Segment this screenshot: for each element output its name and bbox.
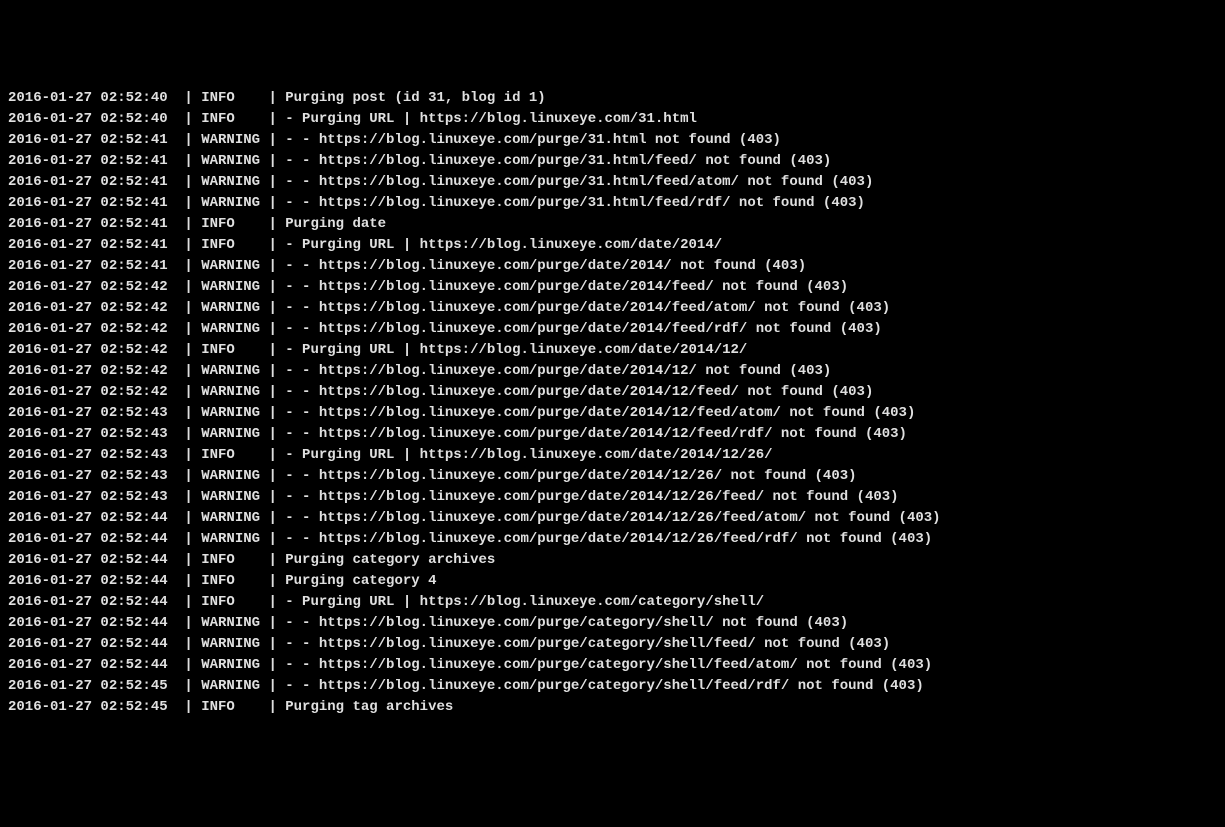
log-line: 2016-01-27 02:52:44 | INFO | Purging cat… <box>8 571 1217 592</box>
log-line: 2016-01-27 02:52:44 | WARNING | - - http… <box>8 655 1217 676</box>
log-line: 2016-01-27 02:52:43 | INFO | - Purging U… <box>8 445 1217 466</box>
log-line: 2016-01-27 02:52:42 | WARNING | - - http… <box>8 319 1217 340</box>
log-line: 2016-01-27 02:52:41 | WARNING | - - http… <box>8 130 1217 151</box>
log-line: 2016-01-27 02:52:40 | INFO | Purging pos… <box>8 88 1217 109</box>
log-line: 2016-01-27 02:52:41 | WARNING | - - http… <box>8 172 1217 193</box>
log-line: 2016-01-27 02:52:43 | WARNING | - - http… <box>8 466 1217 487</box>
log-line: 2016-01-27 02:52:44 | INFO | - Purging U… <box>8 592 1217 613</box>
log-line: 2016-01-27 02:52:45 | WARNING | - - http… <box>8 676 1217 697</box>
log-line: 2016-01-27 02:52:43 | WARNING | - - http… <box>8 403 1217 424</box>
log-line: 2016-01-27 02:52:44 | WARNING | - - http… <box>8 529 1217 550</box>
log-line: 2016-01-27 02:52:43 | WARNING | - - http… <box>8 487 1217 508</box>
log-line: 2016-01-27 02:52:41 | INFO | Purging dat… <box>8 214 1217 235</box>
log-line: 2016-01-27 02:52:41 | WARNING | - - http… <box>8 256 1217 277</box>
log-line: 2016-01-27 02:52:45 | INFO | Purging tag… <box>8 697 1217 718</box>
log-line: 2016-01-27 02:52:40 | INFO | - Purging U… <box>8 109 1217 130</box>
log-line: 2016-01-27 02:52:44 | WARNING | - - http… <box>8 508 1217 529</box>
terminal-log-output: 2016-01-27 02:52:40 | INFO | Purging pos… <box>8 88 1217 718</box>
log-line: 2016-01-27 02:52:42 | WARNING | - - http… <box>8 382 1217 403</box>
log-line: 2016-01-27 02:52:43 | WARNING | - - http… <box>8 424 1217 445</box>
log-line: 2016-01-27 02:52:44 | INFO | Purging cat… <box>8 550 1217 571</box>
log-line: 2016-01-27 02:52:42 | WARNING | - - http… <box>8 277 1217 298</box>
log-line: 2016-01-27 02:52:41 | INFO | - Purging U… <box>8 235 1217 256</box>
log-line: 2016-01-27 02:52:41 | WARNING | - - http… <box>8 151 1217 172</box>
log-line: 2016-01-27 02:52:41 | WARNING | - - http… <box>8 193 1217 214</box>
log-line: 2016-01-27 02:52:44 | WARNING | - - http… <box>8 634 1217 655</box>
log-line: 2016-01-27 02:52:42 | WARNING | - - http… <box>8 361 1217 382</box>
log-line: 2016-01-27 02:52:42 | WARNING | - - http… <box>8 298 1217 319</box>
log-line: 2016-01-27 02:52:42 | INFO | - Purging U… <box>8 340 1217 361</box>
log-line: 2016-01-27 02:52:44 | WARNING | - - http… <box>8 613 1217 634</box>
